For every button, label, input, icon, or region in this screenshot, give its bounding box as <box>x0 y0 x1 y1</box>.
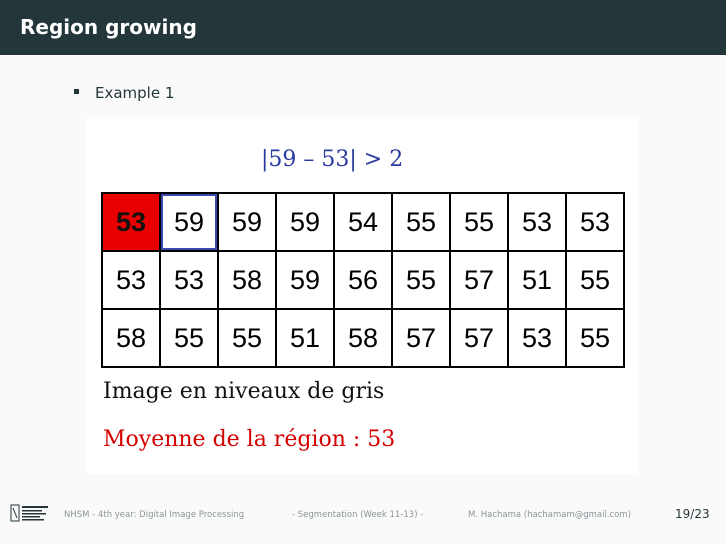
grid-cell: 53 <box>159 250 219 310</box>
grid-cell: 59 <box>275 250 335 310</box>
page-number: 19/23 <box>675 507 710 521</box>
bullet-item: Example 1 <box>74 84 174 102</box>
grid-cell: 57 <box>449 250 509 310</box>
grid-cell-seed: 53 <box>101 192 161 252</box>
grid-cell: 58 <box>217 250 277 310</box>
bullet-icon <box>74 89 79 94</box>
grid-cell: 55 <box>565 250 625 310</box>
grid-cell: 51 <box>275 308 335 368</box>
footer-section: - Segmentation (Week 11-13) - <box>292 510 424 520</box>
grid-cell: 55 <box>159 308 219 368</box>
grid-cell: 55 <box>449 192 509 252</box>
grid-cell: 53 <box>565 192 625 252</box>
grid-cell: 57 <box>391 308 451 368</box>
grid-cell: 58 <box>333 308 393 368</box>
grid-cell: 53 <box>507 192 567 252</box>
figure-caption: Image en niveaux de gris <box>103 379 385 404</box>
footer-author: M. Hachama (hachamam@gmail.com) <box>468 510 632 520</box>
grid-cell: 57 <box>449 308 509 368</box>
title-bar: Region growing <box>0 0 726 55</box>
grid-cell: 55 <box>217 308 277 368</box>
grid-cell: 53 <box>101 250 161 310</box>
example-figure: |59 – 53| > 2 53 59 59 59 54 55 55 53 53… <box>87 117 638 474</box>
grid-cell: 55 <box>565 308 625 368</box>
grid-row: 53 53 58 59 56 55 57 51 55 <box>101 250 625 310</box>
region-mean-label: Moyenne de la région : 53 <box>103 427 396 452</box>
grid-cell-active: 59 <box>159 192 219 252</box>
institution-logo-icon <box>10 504 48 522</box>
grid-cell: 55 <box>391 250 451 310</box>
grid-cell: 59 <box>217 192 277 252</box>
grid-cell: 56 <box>333 250 393 310</box>
slide-title: Region growing <box>20 15 197 39</box>
pixel-grid: 53 59 59 59 54 55 55 53 53 53 53 58 59 5… <box>101 192 625 368</box>
grid-row: 58 55 55 51 58 57 57 53 55 <box>101 308 625 368</box>
footer: NHSM - 4th year: Digital Image Processin… <box>0 500 726 530</box>
footer-course: NHSM - 4th year: Digital Image Processin… <box>64 510 245 520</box>
grid-cell: 53 <box>507 308 567 368</box>
grid-cell: 55 <box>391 192 451 252</box>
grid-cell: 54 <box>333 192 393 252</box>
bullet-text: Example 1 <box>95 84 175 102</box>
grid-row: 53 59 59 59 54 55 55 53 53 <box>101 192 625 252</box>
difference-formula: |59 – 53| > 2 <box>261 147 404 172</box>
grid-cell: 51 <box>507 250 567 310</box>
grid-cell: 58 <box>101 308 161 368</box>
grid-cell: 59 <box>275 192 335 252</box>
